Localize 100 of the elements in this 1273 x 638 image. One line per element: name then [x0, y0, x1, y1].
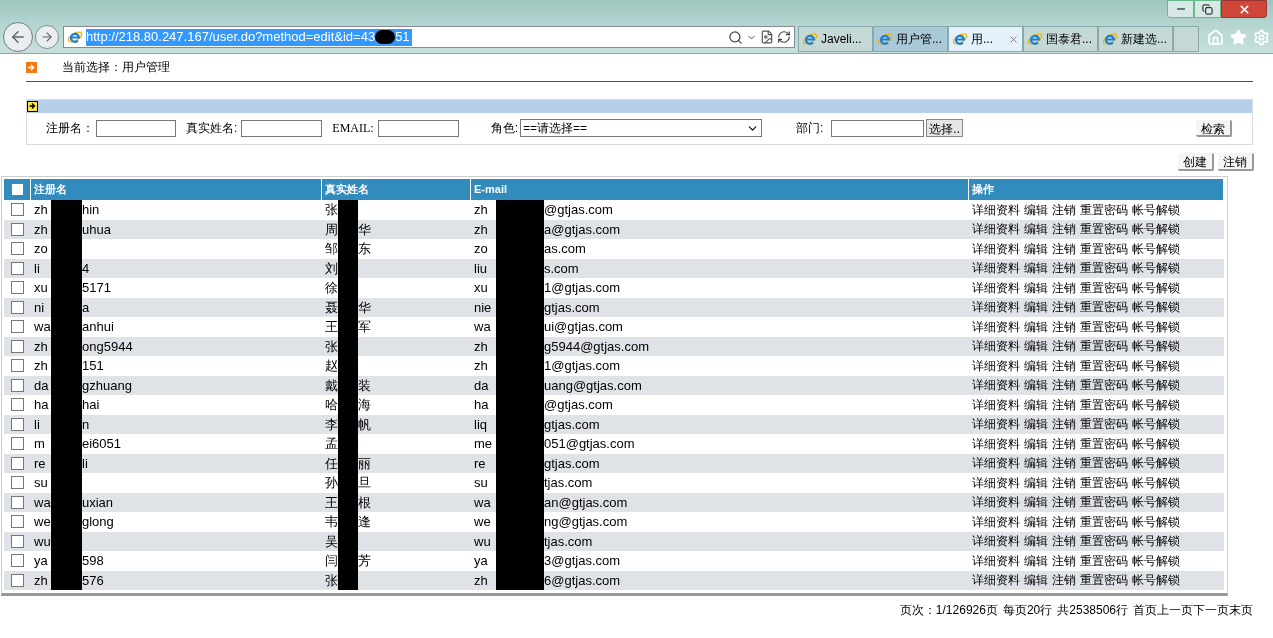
- action-link[interactable]: 详细资料: [972, 512, 1020, 531]
- action-link[interactable]: 重置密码: [1080, 532, 1128, 551]
- action-link[interactable]: 注销: [1052, 415, 1076, 434]
- action-link[interactable]: 注销: [1052, 259, 1076, 278]
- search-button[interactable]: 检索: [1196, 119, 1232, 137]
- pagination-link[interactable]: 上一页: [1157, 601, 1193, 619]
- action-button[interactable]: 创建: [1178, 153, 1214, 171]
- action-link[interactable]: 详细资料: [972, 298, 1020, 317]
- checkbox[interactable]: [11, 456, 24, 470]
- action-link[interactable]: 重置密码: [1080, 298, 1128, 317]
- action-link[interactable]: 重置密码: [1080, 454, 1128, 473]
- action-link[interactable]: 帐号解锁: [1132, 356, 1180, 375]
- checkbox[interactable]: [11, 203, 24, 217]
- checkbox[interactable]: [11, 261, 24, 275]
- action-link[interactable]: 重置密码: [1080, 239, 1128, 258]
- action-link[interactable]: 帐号解锁: [1132, 337, 1180, 356]
- action-link[interactable]: 帐号解锁: [1132, 298, 1180, 317]
- checkbox[interactable]: [11, 320, 24, 334]
- action-link[interactable]: 重置密码: [1080, 376, 1128, 395]
- action-link[interactable]: 帐号解锁: [1132, 220, 1180, 239]
- action-link[interactable]: 编辑: [1024, 220, 1048, 239]
- forward-button[interactable]: [35, 25, 59, 49]
- action-link[interactable]: 注销: [1052, 239, 1076, 258]
- action-link[interactable]: 注销: [1052, 317, 1076, 336]
- action-link[interactable]: 帐号解锁: [1132, 415, 1180, 434]
- action-link[interactable]: 详细资料: [972, 493, 1020, 512]
- action-link[interactable]: 详细资料: [972, 356, 1020, 375]
- action-link[interactable]: 详细资料: [972, 415, 1020, 434]
- action-link[interactable]: 帐号解锁: [1132, 571, 1180, 590]
- action-link[interactable]: 帐号解锁: [1132, 473, 1180, 492]
- close-button[interactable]: [1221, 0, 1267, 18]
- action-link[interactable]: 编辑: [1024, 278, 1048, 297]
- action-link[interactable]: 注销: [1052, 454, 1076, 473]
- action-link[interactable]: 注销: [1052, 395, 1076, 414]
- action-link[interactable]: 编辑: [1024, 551, 1048, 570]
- action-link[interactable]: 重置密码: [1080, 493, 1128, 512]
- browser-tab[interactable]: 用...: [948, 26, 1023, 52]
- checkbox[interactable]: [11, 573, 24, 587]
- action-link[interactable]: 编辑: [1024, 298, 1048, 317]
- checkbox[interactable]: [11, 534, 24, 548]
- checkbox[interactable]: [11, 554, 24, 568]
- action-link[interactable]: 重置密码: [1080, 571, 1128, 590]
- action-link[interactable]: 注销: [1052, 473, 1076, 492]
- action-link[interactable]: 重置密码: [1080, 434, 1128, 453]
- action-link[interactable]: 帐号解锁: [1132, 200, 1180, 219]
- action-link[interactable]: 编辑: [1024, 434, 1048, 453]
- action-link[interactable]: 详细资料: [972, 317, 1020, 336]
- action-link[interactable]: 详细资料: [972, 200, 1020, 219]
- action-link[interactable]: 重置密码: [1080, 317, 1128, 336]
- checkbox[interactable]: [11, 495, 24, 509]
- action-link[interactable]: 注销: [1052, 220, 1076, 239]
- action-link[interactable]: 详细资料: [972, 473, 1020, 492]
- checkbox[interactable]: [11, 417, 24, 431]
- action-link[interactable]: 帐号解锁: [1132, 454, 1180, 473]
- action-link[interactable]: 编辑: [1024, 493, 1048, 512]
- action-link[interactable]: 编辑: [1024, 415, 1048, 434]
- action-link[interactable]: 帐号解锁: [1132, 512, 1180, 531]
- action-link[interactable]: 编辑: [1024, 473, 1048, 492]
- action-link[interactable]: 注销: [1052, 278, 1076, 297]
- checkbox[interactable]: [11, 398, 24, 412]
- minimize-button[interactable]: [1167, 0, 1194, 18]
- checkbox[interactable]: [11, 242, 24, 256]
- action-link[interactable]: 帐号解锁: [1132, 434, 1180, 453]
- checkbox[interactable]: [11, 339, 24, 353]
- action-link[interactable]: 注销: [1052, 298, 1076, 317]
- action-button[interactable]: 注销: [1218, 153, 1254, 171]
- action-link[interactable]: 注销: [1052, 200, 1076, 219]
- action-link[interactable]: 帐号解锁: [1132, 551, 1180, 570]
- browser-tab[interactable]: 国泰君...: [1023, 26, 1098, 52]
- role-select[interactable]: ==请选择==: [520, 119, 762, 138]
- action-link[interactable]: 重置密码: [1080, 337, 1128, 356]
- action-link[interactable]: 详细资料: [972, 278, 1020, 297]
- checkbox[interactable]: [11, 437, 24, 451]
- action-link[interactable]: 注销: [1052, 337, 1076, 356]
- action-link[interactable]: 帐号解锁: [1132, 532, 1180, 551]
- checkbox[interactable]: [11, 281, 24, 295]
- action-link[interactable]: 详细资料: [972, 551, 1020, 570]
- action-link[interactable]: 注销: [1052, 493, 1076, 512]
- action-link[interactable]: 帐号解锁: [1132, 493, 1180, 512]
- action-link[interactable]: 注销: [1052, 376, 1076, 395]
- action-link[interactable]: 帐号解锁: [1132, 278, 1180, 297]
- action-link[interactable]: 编辑: [1024, 239, 1048, 258]
- action-link[interactable]: 详细资料: [972, 434, 1020, 453]
- action-link[interactable]: 重置密码: [1080, 473, 1128, 492]
- action-link[interactable]: 重置密码: [1080, 200, 1128, 219]
- action-link[interactable]: 详细资料: [972, 454, 1020, 473]
- action-link[interactable]: 详细资料: [972, 239, 1020, 258]
- text-field[interactable]: [241, 119, 323, 137]
- action-link[interactable]: 注销: [1052, 356, 1076, 375]
- action-link[interactable]: 编辑: [1024, 395, 1048, 414]
- action-link[interactable]: 编辑: [1024, 512, 1048, 531]
- action-link[interactable]: 帐号解锁: [1132, 376, 1180, 395]
- action-link[interactable]: 帐号解锁: [1132, 239, 1180, 258]
- browser-tab[interactable]: 新建选...: [1098, 26, 1173, 52]
- action-link[interactable]: 重置密码: [1080, 551, 1128, 570]
- action-link[interactable]: 注销: [1052, 571, 1076, 590]
- action-link[interactable]: 详细资料: [972, 395, 1020, 414]
- text-field[interactable]: [377, 119, 459, 137]
- action-link[interactable]: 编辑: [1024, 454, 1048, 473]
- checkbox[interactable]: [11, 476, 24, 490]
